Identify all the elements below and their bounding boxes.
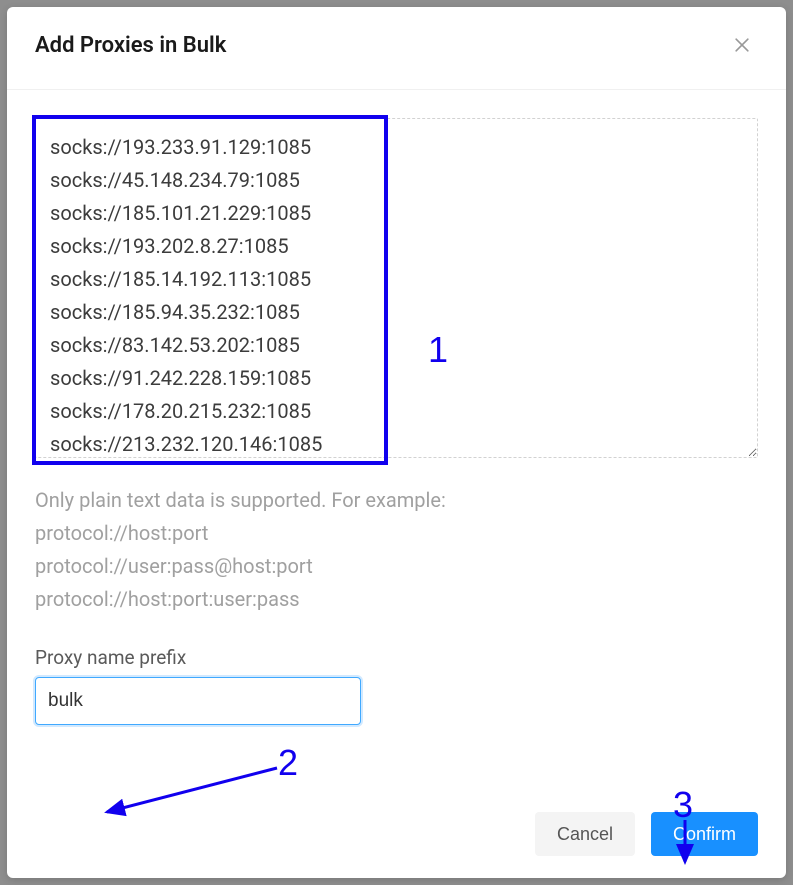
help-line-1: Only plain text data is supported. For e… bbox=[35, 484, 758, 517]
modal-footer: Cancel Confirm bbox=[7, 792, 786, 878]
textarea-wrapper bbox=[35, 118, 758, 462]
close-button[interactable] bbox=[726, 29, 758, 61]
help-text-block: Only plain text data is supported. For e… bbox=[35, 484, 758, 616]
add-proxies-modal: Add Proxies in Bulk Only plain text data… bbox=[7, 7, 786, 878]
modal-header: Add Proxies in Bulk bbox=[7, 7, 786, 90]
annotation-number-2: 2 bbox=[278, 742, 298, 784]
confirm-button[interactable]: Confirm bbox=[651, 812, 758, 856]
proxies-textarea[interactable] bbox=[35, 118, 758, 458]
close-icon bbox=[732, 35, 752, 55]
prefix-input[interactable] bbox=[35, 677, 361, 725]
help-line-4: protocol://host:port:user:pass bbox=[35, 583, 758, 616]
cancel-button[interactable]: Cancel bbox=[535, 812, 635, 856]
help-line-3: protocol://user:pass@host:port bbox=[35, 550, 758, 583]
modal-body: Only plain text data is supported. For e… bbox=[7, 90, 786, 792]
help-line-2: protocol://host:port bbox=[35, 517, 758, 550]
prefix-label: Proxy name prefix bbox=[35, 646, 758, 669]
modal-title: Add Proxies in Bulk bbox=[35, 33, 226, 58]
prefix-section: Proxy name prefix bbox=[35, 646, 758, 725]
